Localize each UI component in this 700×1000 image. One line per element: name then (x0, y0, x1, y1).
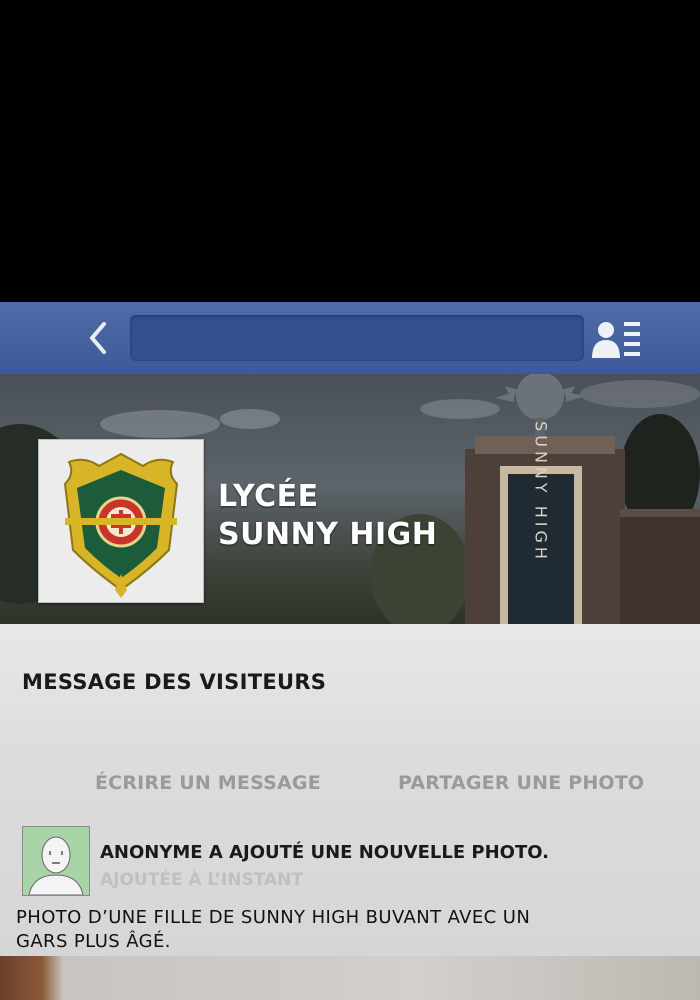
school-name-line2: SUNNY HIGH (218, 517, 438, 552)
section-title: MESSAGE DES VISITEURS (22, 670, 327, 694)
post-timestamp: AJOUTÉE À L’INSTANT (100, 870, 303, 890)
school-logo[interactable] (38, 439, 204, 603)
share-photo-button[interactable]: PARTAGER UNE PHOTO (398, 772, 644, 794)
post-body-line2: GARS PLUS ÂGÉ. (16, 931, 171, 952)
avatar[interactable] (22, 826, 90, 896)
default-avatar-icon (28, 836, 84, 895)
post-title[interactable]: ANONYME A AJOUTÉ UNE NOUVELLE PHOTO. (100, 842, 549, 863)
visitors-section: MESSAGE DES VISITEURS ÉCRIRE UN MESSAGE … (0, 624, 700, 956)
top-black-area (0, 0, 700, 302)
post-body-line1: PHOTO D’UNE FILLE DE SUNNY HIGH BUVANT A… (16, 907, 531, 928)
school-name-line1: LYCÉE (218, 479, 319, 514)
sign-text: SUNNY HIGH (532, 421, 551, 563)
cover-photo: SUNNY HIGH LYCÉE SUNNY HIGH (0, 374, 700, 624)
post-body: PHOTO D’UNE FILLE DE SUNNY HIGH BUVANT A… (16, 906, 656, 954)
back-button[interactable] (80, 316, 120, 360)
school-name: LYCÉE SUNNY HIGH (218, 478, 437, 554)
person-list-icon (592, 322, 640, 358)
write-message-button[interactable]: ÉCRIRE UN MESSAGE (95, 772, 321, 794)
profile-button[interactable] (588, 314, 646, 364)
chevron-left-icon (90, 322, 106, 354)
next-post-preview (0, 956, 700, 1000)
search-input[interactable] (130, 315, 584, 361)
top-navbar (0, 302, 700, 374)
school-crest-icon (63, 452, 179, 598)
